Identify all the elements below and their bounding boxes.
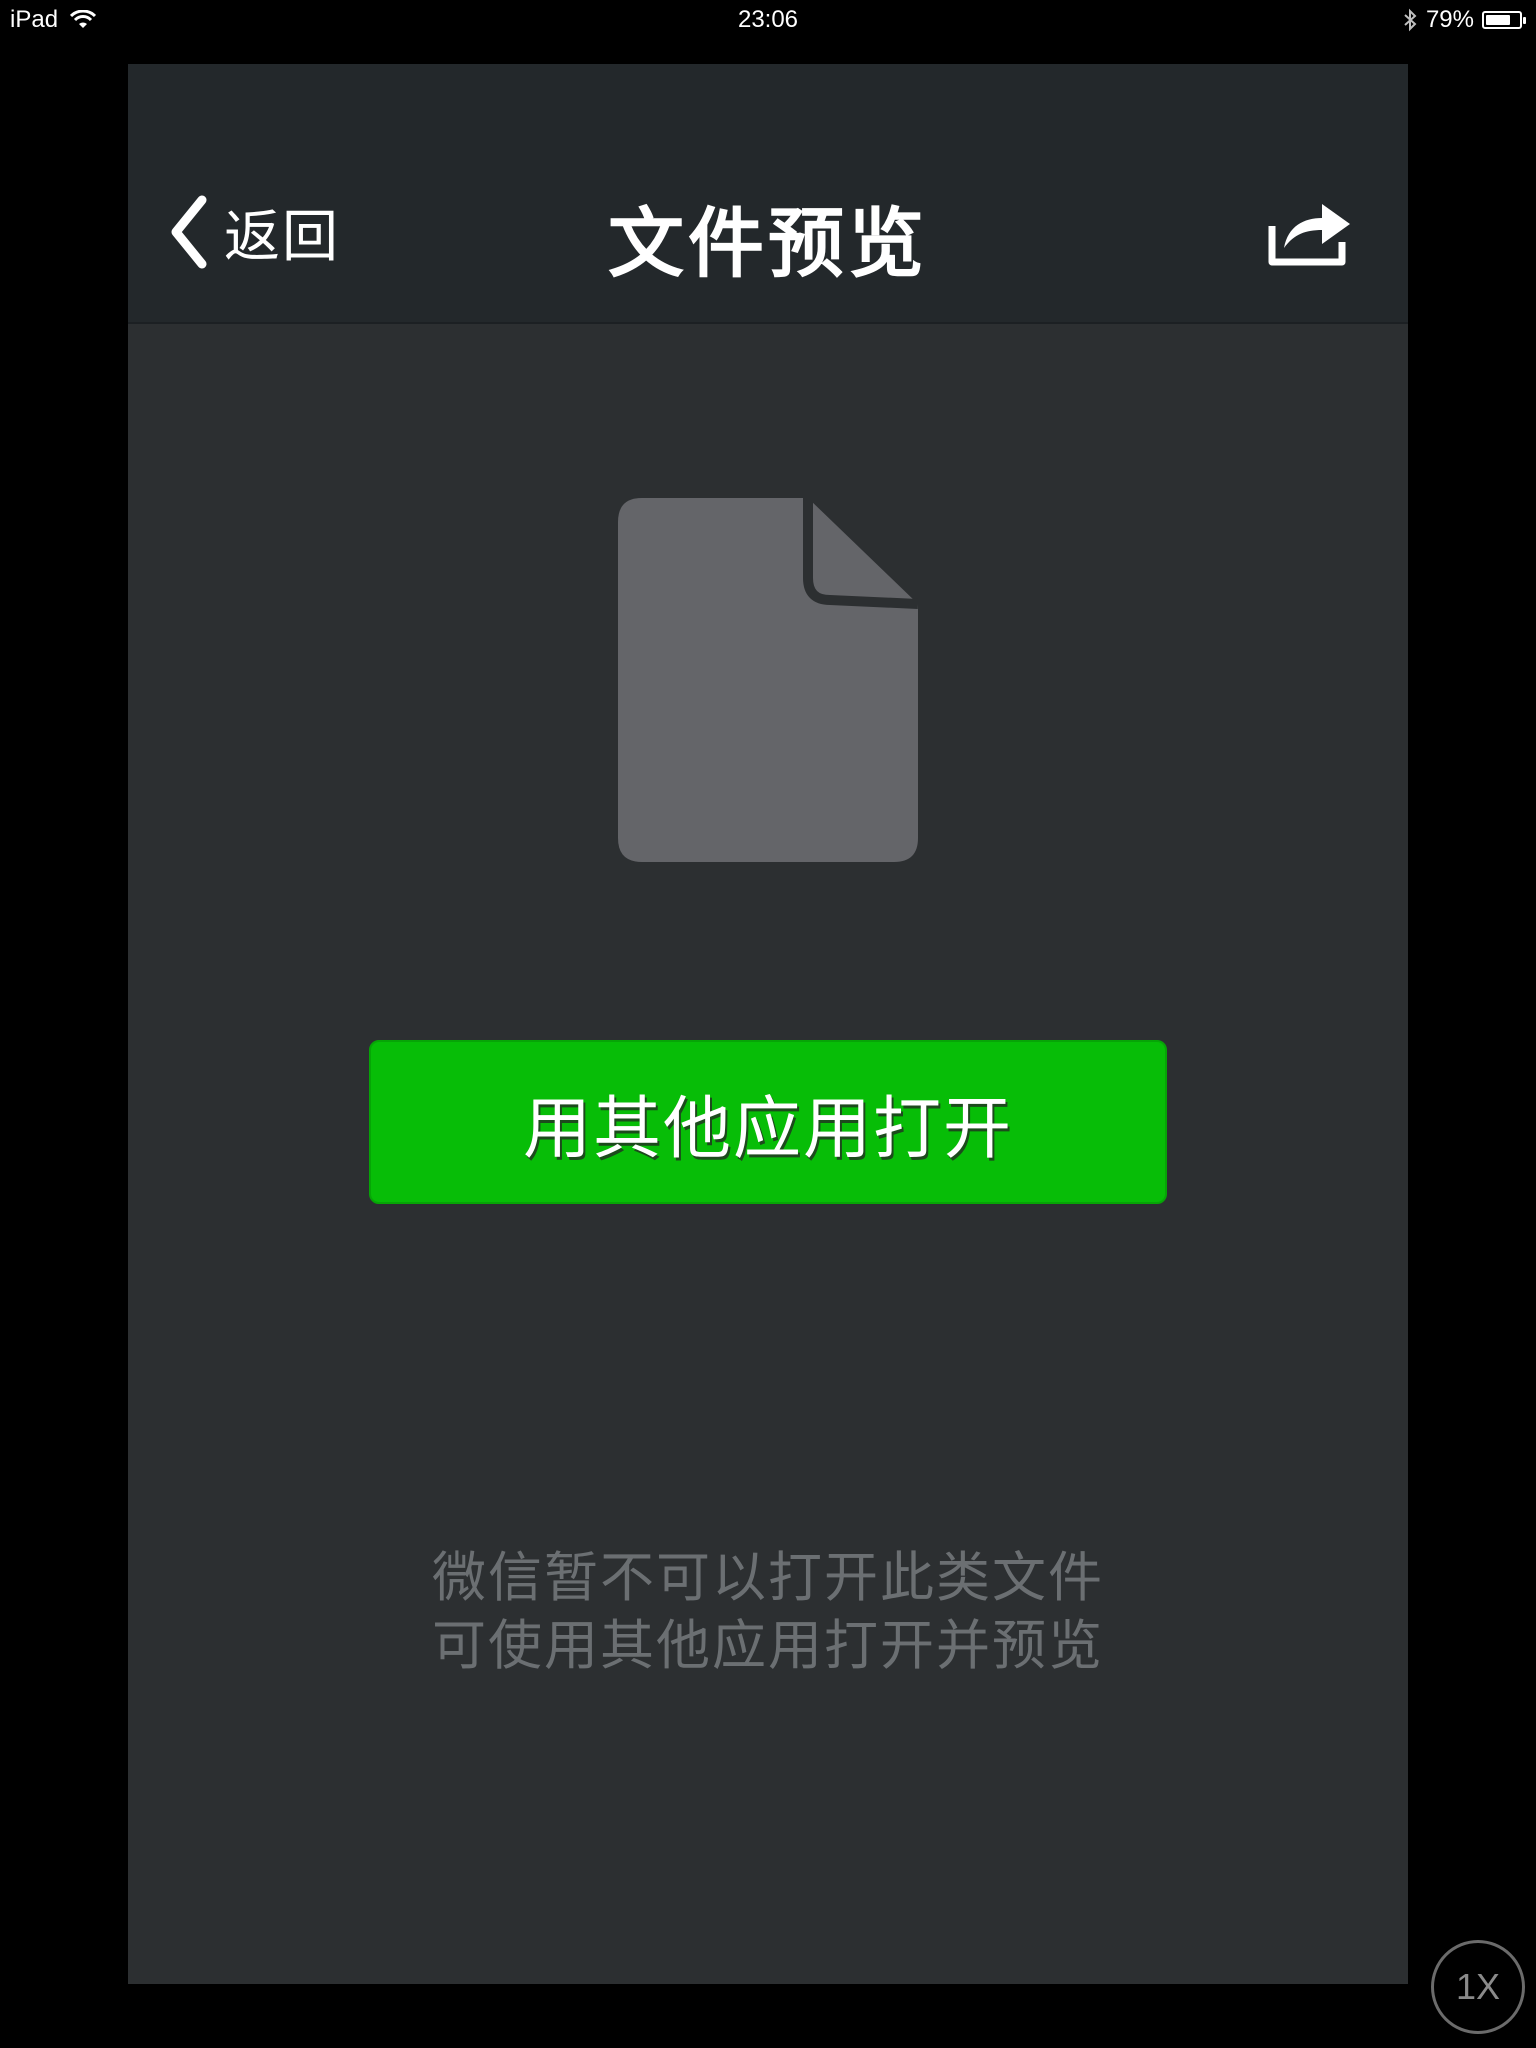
- status-right: 79%: [1402, 6, 1526, 34]
- share-button[interactable]: [1266, 190, 1356, 270]
- battery-percent: 79%: [1425, 6, 1474, 33]
- file-preview-screen: 返回 文件预览 用其他应用打开 微信暂不可以打开此类文件 可使用其他应用打开并预…: [128, 64, 1408, 1984]
- status-time: 23:06: [737, 6, 799, 33]
- battery-icon: [1482, 11, 1526, 29]
- bluetooth-icon: [1404, 8, 1417, 32]
- file-icon: [618, 498, 918, 862]
- page-title: 文件预览: [608, 199, 928, 288]
- status-bar: iPad 23:06 79%: [0, 0, 1536, 42]
- unsupported-file-hint: 微信暂不可以打开此类文件 可使用其他应用打开并预览: [128, 1544, 1408, 1680]
- hint-line-1: 微信暂不可以打开此类文件: [432, 1546, 1104, 1609]
- navbar: 返回 文件预览: [128, 64, 1408, 324]
- hint-line-2: 可使用其他应用打开并预览: [432, 1614, 1104, 1677]
- battery-level: [1486, 15, 1511, 25]
- zoom-toggle-button[interactable]: 1X: [1431, 1940, 1525, 2034]
- share-icon: [1268, 204, 1350, 266]
- open-with-other-app-button[interactable]: 用其他应用打开: [369, 1040, 1167, 1204]
